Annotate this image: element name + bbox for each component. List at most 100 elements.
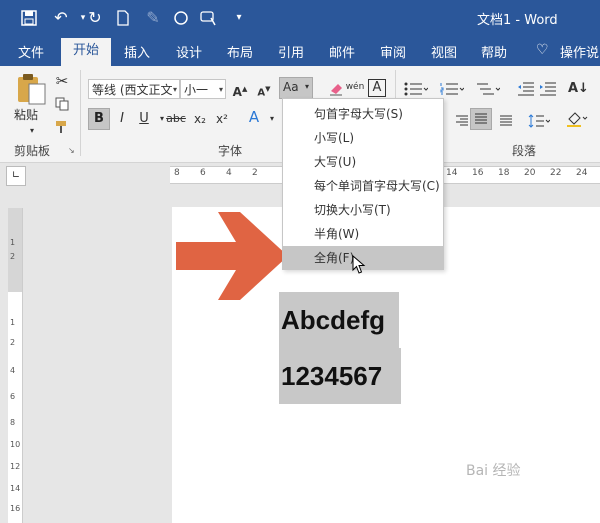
tab-insert[interactable]: 插入 bbox=[124, 42, 150, 61]
tab-layout[interactable]: 布局 bbox=[227, 42, 253, 61]
numbering-icon[interactable] bbox=[440, 78, 465, 100]
format-painter-icon[interactable] bbox=[52, 116, 72, 138]
group-label-font: 字体 bbox=[218, 144, 243, 158]
ruler-mark: 16 bbox=[10, 504, 21, 513]
multilevel-list-icon[interactable] bbox=[476, 78, 501, 100]
text-effects-icon[interactable]: A bbox=[244, 106, 264, 128]
font-size-combo[interactable]: 小一 ▾ bbox=[180, 79, 226, 99]
italic-button[interactable]: I bbox=[112, 108, 132, 130]
tab-design[interactable]: 设计 bbox=[176, 42, 202, 61]
bullets-icon[interactable] bbox=[404, 78, 429, 100]
selected-text-line-2[interactable]: 1234567 bbox=[279, 348, 401, 404]
decrease-indent-icon[interactable] bbox=[516, 78, 536, 100]
align-right-icon[interactable] bbox=[452, 110, 472, 132]
new-document-icon[interactable] bbox=[112, 7, 134, 29]
menu-item-lowercase[interactable]: 小写(L) bbox=[283, 126, 443, 150]
document-title: 文档1 - Word bbox=[477, 13, 558, 28]
font-name-combo[interactable]: 等线 (西文正文 ▾ bbox=[88, 79, 180, 99]
undo-icon[interactable]: ↶ bbox=[50, 7, 72, 29]
tab-mailings[interactable]: 邮件 bbox=[329, 42, 355, 61]
ruler-mark: 6 bbox=[10, 392, 16, 401]
ruler-mark: 8 bbox=[10, 418, 16, 427]
shrink-font-icon[interactable]: A▼ bbox=[254, 78, 274, 100]
subscript-button[interactable]: x₂ bbox=[190, 108, 210, 130]
font-name-value: 等线 (西文正文 bbox=[92, 83, 173, 97]
shading-icon[interactable] bbox=[566, 108, 588, 130]
underline-button[interactable]: U bbox=[134, 108, 154, 130]
grow-font-icon[interactable]: A▲ bbox=[230, 78, 250, 100]
tab-selector[interactable]: ∟ bbox=[6, 166, 26, 186]
change-case-label: Aa bbox=[283, 80, 299, 94]
tab-view[interactable]: 视图 bbox=[431, 42, 457, 61]
ruler-mark: 2 bbox=[252, 168, 258, 178]
ruler-mark: 14 bbox=[446, 168, 458, 178]
copy-icon[interactable] bbox=[52, 93, 72, 115]
customize-qat-icon[interactable]: ▾ bbox=[228, 7, 250, 29]
divider bbox=[80, 70, 81, 156]
touch-mode-icon[interactable] bbox=[198, 7, 220, 29]
tab-help[interactable]: 帮助 bbox=[481, 42, 507, 61]
save-icon[interactable] bbox=[18, 7, 40, 29]
paste-icon[interactable] bbox=[14, 72, 48, 105]
watermark-logo: Bai 经验 bbox=[466, 463, 521, 479]
ruler-mark: 14 bbox=[10, 484, 21, 493]
bold-button[interactable]: B bbox=[88, 108, 110, 130]
character-border-icon[interactable]: A bbox=[368, 79, 386, 97]
ruler-mark: 6 bbox=[200, 168, 206, 178]
menu-item-sentence-case[interactable]: 句首字母大写(S) bbox=[283, 102, 443, 126]
ruler-mark: 4 bbox=[226, 168, 232, 178]
ruler-mark: 2 bbox=[10, 252, 16, 261]
vertical-ruler[interactable]: 1 2 1 2 4 6 8 10 12 14 16 bbox=[8, 208, 23, 523]
sort-icon[interactable]: A↓ bbox=[568, 78, 589, 100]
ruler-mark: 8 bbox=[174, 168, 180, 178]
group-label-clipboard: 剪贴板 bbox=[14, 144, 51, 158]
mouse-cursor-icon bbox=[352, 255, 366, 274]
ruler-mark: 22 bbox=[550, 168, 562, 178]
chevron-down-icon[interactable]: ▾ bbox=[262, 108, 282, 130]
menu-item-half-width[interactable]: 半角(W) bbox=[283, 222, 443, 246]
tab-references[interactable]: 引用 bbox=[278, 42, 304, 61]
ruler-mark: 10 bbox=[10, 440, 21, 449]
chevron-down-icon[interactable]: ▾ bbox=[219, 80, 223, 98]
strikethrough-button[interactable]: abc bbox=[166, 108, 186, 130]
font-size-value: 小一 bbox=[184, 83, 209, 97]
tab-review[interactable]: 审阅 bbox=[380, 42, 406, 61]
superscript-button[interactable]: x² bbox=[212, 108, 232, 130]
ruler-mark: 20 bbox=[524, 168, 536, 178]
format-painter-disabled-icon: ✎ bbox=[146, 8, 160, 27]
ruler-mark: 4 bbox=[10, 366, 16, 375]
menu-item-capitalize-each-word[interactable]: 每个单词首字母大写(C) bbox=[283, 174, 443, 198]
clear-formatting-icon[interactable] bbox=[326, 78, 346, 100]
ribbon-tabs: 文件 开始 插入 设计 布局 引用 邮件 审阅 视图 帮助 ♡ 操作说明 bbox=[0, 36, 600, 66]
lightbulb-icon[interactable]: ♡ bbox=[536, 42, 549, 58]
phonetic-guide-icon[interactable]: wén bbox=[345, 76, 365, 98]
justify-button[interactable] bbox=[470, 108, 492, 130]
selected-text-line-1[interactable]: Abcdefg bbox=[279, 292, 399, 348]
ruler-mark: 16 bbox=[472, 168, 484, 178]
ruler-mark: 24 bbox=[576, 168, 588, 178]
line-spacing-icon[interactable] bbox=[528, 110, 551, 132]
change-case-button[interactable]: Aa ▾ bbox=[279, 77, 313, 99]
ruler-mark: 1 bbox=[10, 238, 16, 247]
ruler-margin bbox=[8, 208, 22, 292]
tab-file[interactable]: 文件 bbox=[18, 42, 44, 61]
menu-item-toggle-case[interactable]: 切换大小写(T) bbox=[283, 198, 443, 222]
distributed-icon[interactable] bbox=[496, 110, 516, 132]
redo-icon[interactable]: ↻ bbox=[84, 7, 106, 29]
circle-shape-icon[interactable] bbox=[170, 7, 192, 29]
ruler-mark: 18 bbox=[498, 168, 510, 178]
menu-item-uppercase[interactable]: 大写(U) bbox=[283, 150, 443, 174]
tell-me-search[interactable]: 操作说明 bbox=[560, 42, 600, 61]
chevron-down-icon: ▾ bbox=[304, 82, 309, 91]
ruler-mark: 1 bbox=[10, 318, 16, 327]
group-label-paragraph: 段落 bbox=[512, 144, 537, 158]
cut-icon[interactable]: ✂ bbox=[52, 70, 72, 92]
ruler-mark: 2 bbox=[10, 338, 16, 347]
tab-home[interactable]: 开始 bbox=[61, 38, 111, 66]
title-bar: ↶ ▾ ↻ ✎ ▾ 文档1 - Word bbox=[0, 0, 600, 36]
increase-indent-icon[interactable] bbox=[538, 78, 558, 100]
ruler-mark: 12 bbox=[10, 462, 21, 471]
clipboard-launcher-icon[interactable]: ↘ bbox=[68, 146, 75, 155]
paste-dropdown-icon[interactable]: ▾ bbox=[22, 120, 42, 142]
chevron-down-icon[interactable]: ▾ bbox=[173, 80, 177, 98]
